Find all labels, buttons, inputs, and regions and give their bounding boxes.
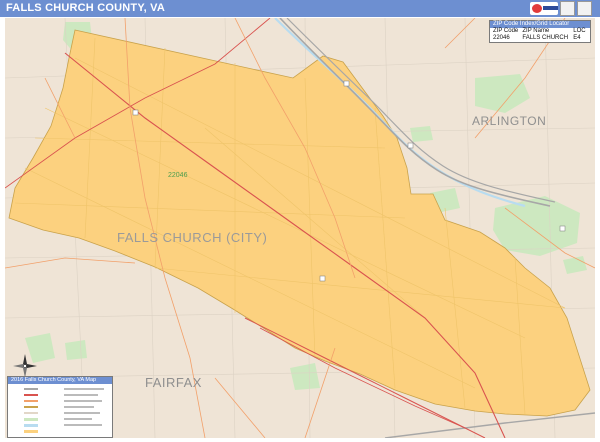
zip-table-header: ZIP Code ZIP Name LOC [490, 28, 590, 35]
legend-detail [64, 388, 104, 390]
map-legend: 2016 Falls Church County, VA Map [7, 376, 113, 438]
legend-row [8, 417, 38, 421]
brand-logo [530, 1, 592, 16]
map-canvas[interactable]: ARLINGTON FAIRFAX FALLS CHURCH (CITY) 22… [5, 18, 595, 438]
zip-table-title: ZIP Code Index/Grid Locator [490, 21, 590, 28]
route-marker [319, 275, 326, 282]
zip-header-loc: LOC [573, 28, 586, 34]
legend-detail [64, 394, 98, 396]
zip-cell-name: FALLS CHURCH [522, 35, 569, 41]
brand-badge-icon [559, 1, 575, 16]
legend-row [8, 423, 38, 427]
legend-row [8, 387, 38, 391]
zip-cell-loc: E4 [573, 35, 581, 41]
legend-row [8, 411, 38, 415]
legend-detail [64, 424, 102, 426]
zip-cell-code: 22046 [493, 35, 510, 41]
zip-locator-table: ZIP Code Index/Grid Locator ZIP Code ZIP… [489, 20, 591, 43]
legend-row [8, 429, 38, 433]
map-frame: FALLS CHURCH COUNTY, VA ARLINGTON FAIRFA… [0, 0, 600, 442]
legend-row [8, 393, 38, 397]
region-label-arlington: ARLINGTON [472, 114, 547, 128]
park-area [65, 340, 87, 360]
legend-detail [64, 418, 92, 420]
brand-logo-icon [530, 2, 558, 15]
route-marker [132, 109, 139, 116]
route-marker [559, 225, 566, 232]
title-bar: FALLS CHURCH COUNTY, VA [0, 0, 600, 17]
legend-body [8, 384, 112, 436]
route-marker [343, 80, 350, 87]
legend-detail [64, 406, 94, 408]
legend-row [8, 405, 38, 409]
route-marker [407, 142, 414, 149]
zip-header-name: ZIP Name [522, 28, 550, 34]
map-svg [5, 18, 595, 438]
region-label-city: FALLS CHURCH (CITY) [117, 230, 268, 245]
legend-title: 2016 Falls Church County, VA Map [8, 377, 112, 384]
region-label-fairfax: FAIRFAX [145, 375, 202, 390]
map-title: FALLS CHURCH COUNTY, VA [6, 2, 166, 14]
park-area [410, 126, 433, 142]
legend-detail [64, 412, 100, 414]
zip-code-label: 22046 [168, 172, 188, 179]
legend-row [8, 399, 38, 403]
brand-badge-icon-2 [576, 1, 592, 16]
zip-header-code: ZIP Code [493, 28, 519, 34]
zip-table-row: 22046 FALLS CHURCH E4 [490, 35, 590, 42]
legend-detail [64, 400, 102, 402]
